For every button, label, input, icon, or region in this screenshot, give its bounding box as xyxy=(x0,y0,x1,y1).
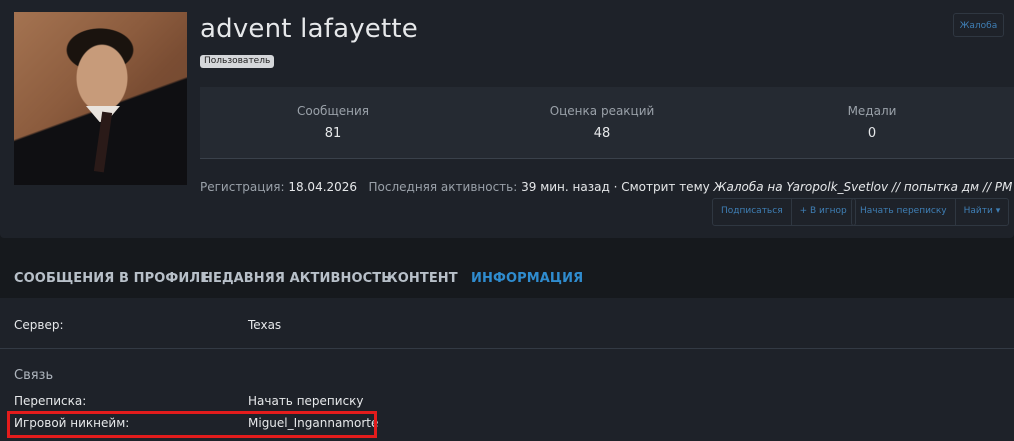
tab-information[interactable]: ИНФОРМАЦИЯ xyxy=(471,271,583,286)
avatar-tie xyxy=(93,111,113,173)
tab-recent-activity[interactable]: НЕДАВНЯЯ АКТИВНОСТЬ xyxy=(202,271,391,286)
conversation-button-group: Начать переписку Найти ▾ xyxy=(851,198,1010,226)
stat-reactions[interactable]: Оценка реакций 48 xyxy=(502,104,702,141)
activity-line: Регистрация: 18.04.2026 Последняя активн… xyxy=(200,180,1012,194)
stat-label: Медали xyxy=(847,104,897,118)
stats-bar: Сообщения 81 Оценка реакций 48 Медали 0 xyxy=(200,87,1014,159)
username: advent lafayette xyxy=(200,14,418,44)
stat-messages[interactable]: Сообщения 81 xyxy=(233,104,433,141)
stat-value: 48 xyxy=(593,126,611,141)
watching-thread-link[interactable]: Жалоба на Yaropolk_Svetlov // попытка дм… xyxy=(714,180,1013,194)
reg-label: Регистрация: xyxy=(200,180,285,194)
start-conversation-button[interactable]: Начать переписку xyxy=(852,199,956,225)
contact-section-title: Связь xyxy=(14,368,54,383)
start-conversation-link[interactable]: Начать переписку xyxy=(248,394,364,408)
divider xyxy=(0,348,1014,349)
server-value: Texas xyxy=(248,318,282,332)
reg-date: 18.04.2026 xyxy=(288,180,358,194)
avatar[interactable] xyxy=(14,12,187,185)
last-activity-label: Последняя активность: xyxy=(368,180,518,194)
follow-button-group: Подписаться + В игнор xyxy=(712,198,856,226)
profile-card: advent lafayette Пользователь Жалоба Соо… xyxy=(0,0,1014,238)
stat-value: 81 xyxy=(324,126,342,141)
highlight-box xyxy=(7,411,377,438)
stat-label: Сообщения xyxy=(296,104,369,118)
conversation-label: Переписка: xyxy=(14,394,87,408)
profile-tabs: СООБЩЕНИЯ В ПРОФИЛЕ НЕДАВНЯЯ АКТИВНОСТЬ … xyxy=(0,260,1014,296)
server-label: Сервер: xyxy=(14,318,64,332)
tab-profile-posts[interactable]: СООБЩЕНИЯ В ПРОФИЛЕ xyxy=(14,271,209,286)
role-badge: Пользователь xyxy=(200,55,275,68)
stat-value: 0 xyxy=(867,126,877,141)
stat-label: Оценка реакций xyxy=(549,104,655,118)
last-activity-value: 39 мин. назад xyxy=(521,180,610,194)
watching-label: · Смотрит тему xyxy=(613,180,710,194)
stat-medals[interactable]: Медали 0 xyxy=(772,104,972,141)
subscribe-button[interactable]: Подписаться xyxy=(713,199,792,225)
ignore-button[interactable]: + В игнор xyxy=(792,199,855,225)
report-button[interactable]: Жалоба xyxy=(953,13,1004,37)
tab-content[interactable]: КОНТЕНТ xyxy=(387,271,458,286)
find-dropdown-button[interactable]: Найти ▾ xyxy=(956,199,1009,225)
